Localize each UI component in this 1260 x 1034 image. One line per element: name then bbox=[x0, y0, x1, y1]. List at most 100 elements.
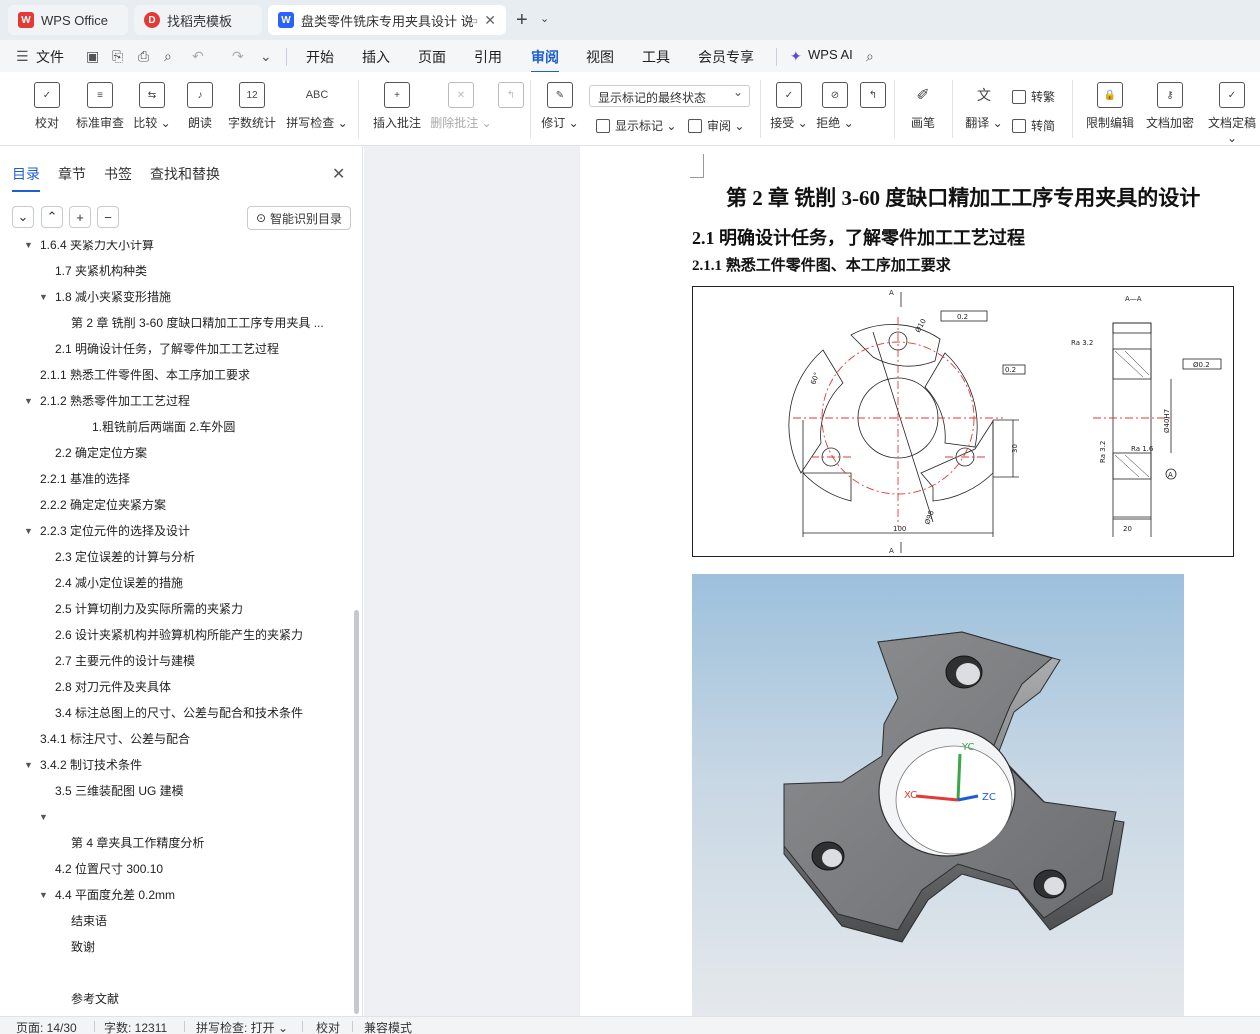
hamburger-icon[interactable]: ☰ bbox=[16, 48, 29, 65]
panel-tab-bookmarks[interactable]: 书签 bbox=[104, 164, 132, 184]
proofread-indicator[interactable]: 校对 bbox=[316, 1019, 340, 1034]
close-panel-icon[interactable]: ✕ bbox=[332, 164, 345, 184]
insert-comment-button[interactable]: + 插入批注 bbox=[370, 82, 424, 131]
toc-item[interactable]: 2.1.1 熟悉工件零件图、本工序加工要求 bbox=[40, 362, 250, 388]
menu-tools[interactable]: 工具 bbox=[642, 47, 670, 67]
translate-button[interactable]: 文翻译 ⌄ bbox=[964, 82, 1004, 131]
toc-item[interactable]: 2.7 主要元件的设计与建模 bbox=[55, 648, 195, 674]
expand-button[interactable]: + bbox=[69, 206, 91, 228]
restrict-edit-button[interactable]: 🔒 限制编辑 bbox=[1084, 82, 1136, 131]
toc-item[interactable]: 2.1.2 熟悉零件加工工艺过程 bbox=[40, 388, 190, 414]
compare-button[interactable]: ⇆ 比较 ⌄ bbox=[132, 82, 172, 131]
toc-item[interactable]: 第 4 章夹具工作精度分析 bbox=[71, 830, 204, 856]
collapse-button[interactable]: − bbox=[97, 206, 119, 228]
toc-scrollbar[interactable] bbox=[354, 610, 359, 1014]
label-datum: A bbox=[1168, 471, 1173, 479]
toc-expand-arrow-icon[interactable]: ▼ bbox=[24, 760, 33, 770]
toc-item[interactable]: 2.3 定位误差的计算与分析 bbox=[55, 544, 195, 570]
tab-document[interactable]: W 盘类零件铣床专用夹具设计 说 ▭ ✕ bbox=[268, 5, 506, 35]
reject-button[interactable]: ⊘ 拒绝 ⌄ bbox=[816, 82, 854, 131]
collapse-down-button[interactable]: ⌄ bbox=[12, 206, 34, 228]
new-tab-icon[interactable]: + bbox=[516, 10, 528, 30]
toc-item[interactable]: 2.8 对刀元件及夹具体 bbox=[55, 674, 171, 700]
prev-change-button[interactable]: ↰ bbox=[860, 82, 886, 114]
toc-item[interactable]: 3.4 标注总图上的尺寸、公差与配合和技术条件 bbox=[55, 700, 303, 726]
markup-display-select[interactable]: 显示标记的最终状态 bbox=[589, 85, 750, 107]
undo-icon[interactable]: ↶ bbox=[192, 48, 204, 65]
toc-expand-arrow-icon[interactable]: ▼ bbox=[24, 526, 33, 536]
menu-insert[interactable]: 插入 bbox=[362, 47, 390, 67]
toc-item[interactable]: 2.1 明确设计任务，了解零件加工工艺过程 bbox=[55, 336, 279, 362]
menu-file[interactable]: 文件 bbox=[36, 47, 64, 67]
menu-wps-ai[interactable]: WPS AI bbox=[808, 47, 853, 62]
toc-item[interactable]: 2.4 减小定位误差的措施 bbox=[55, 570, 183, 596]
accept-button[interactable]: ✓ 接受 ⌄ bbox=[770, 82, 808, 131]
toc-item[interactable]: 致谢 bbox=[71, 934, 95, 960]
spell-check-indicator[interactable]: 拼写检查: 打开 ⌄ bbox=[196, 1019, 288, 1034]
standard-review-button[interactable]: ≡ 标准审查 bbox=[72, 82, 128, 131]
word-count-button[interactable]: 12 字数统计 bbox=[224, 82, 280, 131]
menu-member[interactable]: 会员专享 bbox=[698, 47, 754, 67]
toc-expand-arrow-icon[interactable]: ▼ bbox=[39, 812, 48, 822]
encrypt-button[interactable]: ⚷ 文档加密 bbox=[1144, 82, 1196, 131]
print-preview-icon[interactable]: ⌕ bbox=[164, 48, 172, 65]
redo-icon[interactable]: ↷ bbox=[232, 48, 244, 65]
menu-references[interactable]: 引用 bbox=[474, 47, 502, 67]
read-aloud-button[interactable]: ♪ 朗读 bbox=[182, 82, 218, 131]
word-count-indicator[interactable]: 字数: 12311 bbox=[104, 1019, 167, 1034]
save-icon[interactable]: ▣ bbox=[86, 48, 99, 65]
menu-view[interactable]: 视图 bbox=[586, 47, 614, 67]
print-icon[interactable]: ⎙ bbox=[138, 48, 149, 65]
proofread-button[interactable]: ✓ 校对 bbox=[28, 82, 66, 131]
toc-item[interactable]: 4.4 平面度允差 0.2mm bbox=[55, 882, 175, 908]
toc-item[interactable]: 1.7 夹紧机构种类 bbox=[55, 258, 147, 284]
close-tab-icon[interactable]: ✕ bbox=[484, 12, 496, 29]
toc-item[interactable]: 1.粗铣前后两端面 2.车外圆 bbox=[92, 414, 235, 440]
tab-wps-office[interactable]: W WPS Office bbox=[8, 5, 128, 35]
menu-home[interactable]: 开始 bbox=[306, 47, 334, 67]
share-icon[interactable]: ⎘ bbox=[112, 48, 123, 65]
toc-item[interactable]: 3.4.1 标注尺寸、公差与配合 bbox=[40, 726, 190, 752]
toc-item[interactable]: 第 2 章 铣削 3-60 度缺口精加工工序专用夹具 ... bbox=[71, 310, 324, 336]
page-indicator[interactable]: 页面: 14/30 bbox=[16, 1019, 77, 1034]
finalize-button[interactable]: ✓ 文档定稿 ⌄ bbox=[1204, 82, 1260, 145]
toc-item[interactable]: 3.5 三维装配图 UG 建模 bbox=[55, 778, 184, 804]
toc-item[interactable]: 1.6.4 夹紧力大小计算 bbox=[40, 240, 154, 258]
panel-tab-chapters[interactable]: 章节 bbox=[58, 164, 86, 184]
divider bbox=[94, 1021, 95, 1032]
toc-item[interactable]: 1.8 减小夹紧变形措施 bbox=[55, 284, 171, 310]
spell-check-button[interactable]: ABC 拼写检查 ⌄ bbox=[286, 82, 348, 131]
toc-item[interactable]: 3.4.2 制订技术条件 bbox=[40, 752, 142, 778]
toc-item[interactable]: 2.2.3 定位元件的选择及设计 bbox=[40, 518, 190, 544]
to-traditional-button[interactable]: 转繁 bbox=[1012, 88, 1055, 105]
toc-expand-arrow-icon[interactable]: ▼ bbox=[24, 240, 33, 250]
toc-item[interactable]: 2.2 确定定位方案 bbox=[55, 440, 147, 466]
search-icon[interactable]: ⌕ bbox=[866, 48, 874, 65]
toc-item[interactable]: 结束语 bbox=[71, 908, 107, 934]
toc-item[interactable]: 参考文献 bbox=[71, 986, 119, 1012]
to-simplified-button[interactable]: 转简 bbox=[1012, 117, 1055, 134]
delete-comment-button[interactable]: ✕ 删除批注 ⌄ bbox=[430, 82, 492, 131]
toc-item[interactable]: 4.2 位置尺寸 300.10 bbox=[55, 856, 163, 882]
toc-item[interactable]: 2.5 计算切削力及实际所需的夹紧力 bbox=[55, 596, 243, 622]
menu-page[interactable]: 页面 bbox=[418, 47, 446, 67]
toc-item[interactable]: 2.2.2 确定定位夹紧方案 bbox=[40, 492, 166, 518]
menu-review[interactable]: 审阅 bbox=[531, 47, 559, 73]
pen-button[interactable]: ✐ 画笔 bbox=[906, 82, 940, 131]
prev-comment-button[interactable]: ↰ bbox=[498, 82, 524, 114]
collapse-up-button[interactable]: ⌃ bbox=[41, 206, 63, 228]
show-markup-button[interactable]: 显示标记 ⌄ bbox=[596, 117, 676, 134]
toc-expand-arrow-icon[interactable]: ▼ bbox=[39, 890, 48, 900]
smart-toc-button[interactable]: ⊙ 智能识别目录 bbox=[247, 206, 351, 230]
panel-tab-find-replace[interactable]: 查找和替换 bbox=[150, 164, 220, 184]
track-changes-button[interactable]: ✎ 修订 ⌄ bbox=[540, 82, 580, 131]
review-pane-button[interactable]: 审阅 ⌄ bbox=[688, 117, 744, 134]
chevron-down-icon[interactable]: ⌄ bbox=[540, 12, 549, 25]
toc-item[interactable]: 2.2.1 基准的选择 bbox=[40, 466, 130, 492]
toc-expand-arrow-icon[interactable]: ▼ bbox=[39, 292, 48, 302]
toc-item[interactable]: 2.6 设计夹紧机构并验算机构所能产生的夹紧力 bbox=[55, 622, 303, 648]
tab-template[interactable]: D 找稻壳模板 bbox=[134, 5, 262, 35]
more-chevron-icon[interactable]: ⌄ bbox=[260, 48, 272, 65]
panel-tab-toc[interactable]: 目录 bbox=[12, 164, 40, 192]
toc-expand-arrow-icon[interactable]: ▼ bbox=[24, 396, 33, 406]
